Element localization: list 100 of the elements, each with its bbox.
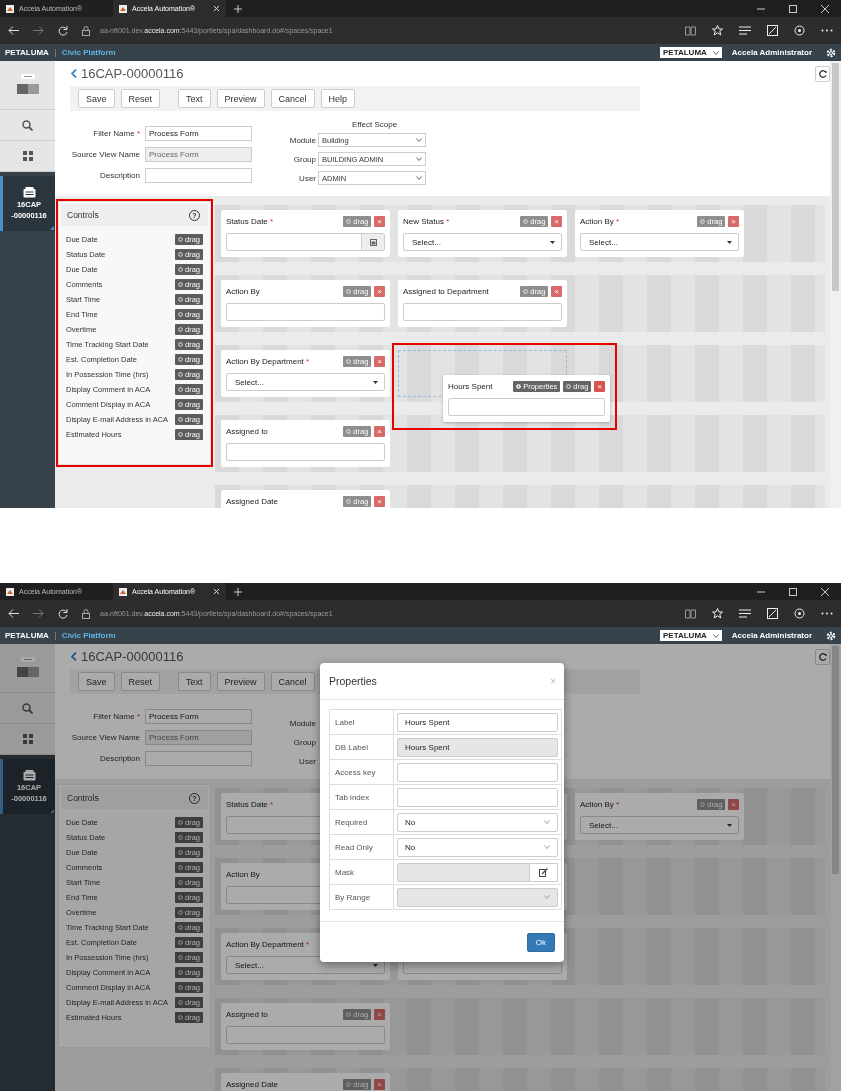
product-name[interactable]: Civic Platform [61,631,116,640]
select-field[interactable]: Select... [580,816,739,834]
circle-icon [178,327,183,332]
forward-icon[interactable] [33,26,44,35]
lock-icon [82,25,90,36]
share-icon[interactable] [794,608,805,619]
new-tab-icon[interactable] [234,587,242,596]
toolbar-button[interactable]: Preview [216,672,265,691]
text-field[interactable] [397,787,558,807]
hub-icon[interactable] [739,609,751,618]
settings-icon[interactable] [826,47,836,58]
field-label: Source View Name [70,150,140,159]
page-title: 16CAP-00000116 [81,649,184,664]
select-field[interactable]: No [397,812,558,832]
refresh-button[interactable] [815,648,830,665]
more-icon[interactable] [821,29,833,32]
user-name[interactable]: Accela Administrator [731,48,812,57]
text-field[interactable] [226,443,385,461]
toolbar-button[interactable]: Save [78,89,115,108]
remove-button[interactable]: × [374,356,385,367]
property-label: Read Only [330,835,394,859]
text-field[interactable]: Process Form [145,126,252,141]
remove-button[interactable]: × [594,381,605,392]
hub-icon[interactable] [739,26,751,35]
text-field[interactable] [145,168,252,183]
text-field[interactable] [397,762,558,782]
text-field[interactable] [448,398,605,416]
back-icon[interactable] [8,609,19,618]
date-field[interactable] [226,233,385,251]
panel-icon [16,74,39,96]
remove-button[interactable]: × [728,216,739,227]
refresh-icon[interactable] [58,25,68,36]
remove-button[interactable]: × [374,216,385,227]
text-field[interactable]: Process Form [145,709,252,724]
agency-select[interactable]: PETALUMA [659,630,722,641]
remove-button[interactable]: × [374,426,385,437]
more-icon[interactable] [821,612,833,615]
text-field[interactable] [145,751,252,766]
toolbar-button[interactable]: Preview [216,89,265,108]
toolbar-button[interactable]: Cancel [270,672,315,691]
text-field[interactable] [403,303,562,321]
toolbar-button[interactable]: Help [320,89,356,108]
maximize-icon[interactable] [789,587,797,596]
product-name[interactable]: Civic Platform [61,48,116,57]
remove-button[interactable]: × [551,286,562,297]
share-icon[interactable] [794,25,805,36]
new-tab-icon[interactable] [234,4,242,13]
agency-select[interactable]: PETALUMA [659,47,722,58]
panel-icon [16,657,39,679]
scrollbar[interactable] [830,61,841,508]
text-field[interactable] [226,1026,385,1044]
toolbar-button[interactable]: Text [178,89,211,108]
search-tab[interactable] [0,110,55,141]
circle-icon [346,429,352,434]
toolbar-button[interactable]: Cancel [270,89,315,108]
circle-icon [178,985,183,990]
select-field[interactable]: Select... [580,233,739,251]
edit-button[interactable] [530,862,558,882]
caret-icon [373,380,378,384]
close-icon[interactable] [821,587,829,596]
app-launcher[interactable] [0,61,55,110]
text-field[interactable]: Hours Spent [397,712,558,732]
toolbar-button[interactable]: Reset [120,672,161,691]
reading-view-icon[interactable] [685,25,696,36]
app-launcher[interactable] [0,644,55,693]
property-label: Required [330,810,394,834]
toolbar-button[interactable]: Reset [120,89,161,108]
text-field[interactable] [226,303,385,321]
settings-icon[interactable] [826,630,836,641]
field-label: Hours Spent [448,382,493,391]
toolbar-button[interactable]: Text [178,672,211,691]
page-icon [6,587,14,596]
maximize-icon[interactable] [789,4,797,13]
note-icon[interactable] [767,25,778,36]
scrollbar[interactable] [830,644,841,1091]
reading-view-icon[interactable] [685,608,696,619]
star-icon[interactable] [712,25,723,36]
toolbar-button[interactable]: Save [78,672,115,691]
field-label: Group [292,154,316,164]
apps-tab[interactable] [0,724,55,755]
ok-button[interactable]: Ok [526,932,555,952]
back-icon[interactable] [8,26,19,35]
refresh-icon[interactable] [58,608,68,619]
select-field[interactable]: Select... [226,373,385,391]
user-name[interactable]: Accela Administrator [731,631,812,640]
remove-button[interactable]: × [374,286,385,297]
note-icon[interactable] [767,608,778,619]
select-field[interactable]: Select... [403,233,562,251]
field-label: Module [288,135,316,145]
remove-button[interactable]: × [374,496,385,507]
circle-icon [346,1082,352,1087]
forward-icon[interactable] [33,609,44,618]
close-icon[interactable] [821,4,829,13]
refresh-button[interactable] [815,65,830,82]
circle-icon [178,237,183,242]
apps-tab[interactable] [0,141,55,172]
remove-button[interactable]: × [551,216,562,227]
select-field[interactable]: No [397,837,558,857]
property-label: Label [330,710,394,734]
star-icon[interactable] [712,608,723,619]
